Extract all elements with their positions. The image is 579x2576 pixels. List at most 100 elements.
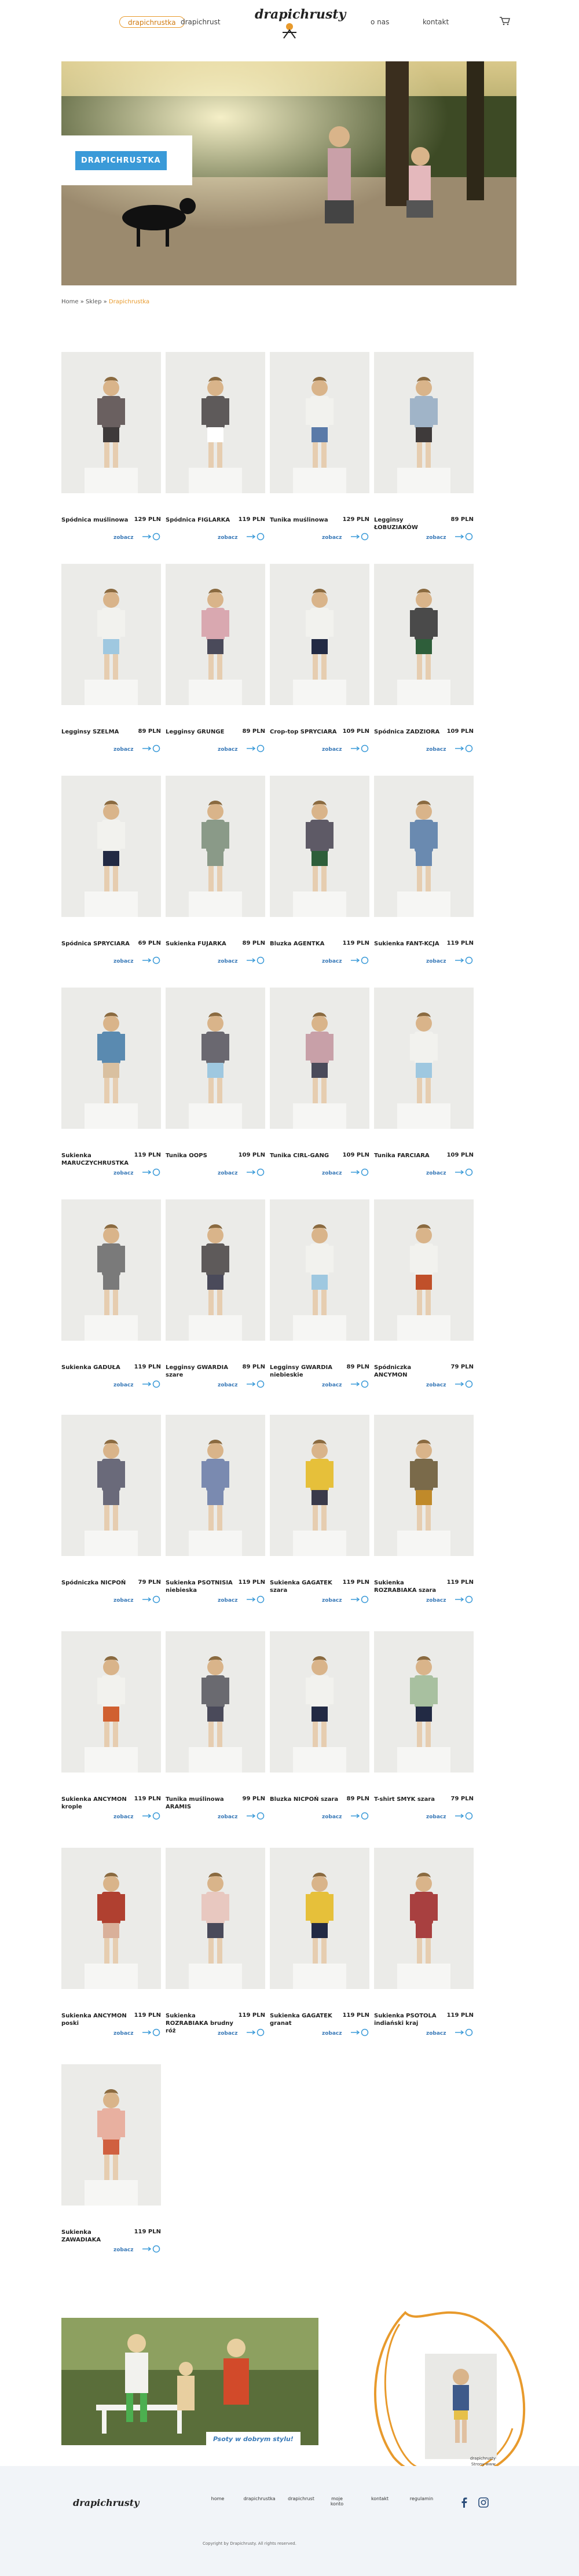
product-name[interactable]: Legginsy GRUNGE [166,728,235,736]
product-card[interactable]: Sukienka ANCYMON krople 119 PLN zobacz [61,1631,161,1820]
product-name[interactable]: Crop-top SPRYCIARA [270,728,339,736]
arrow-right-icon[interactable] [141,1812,161,1820]
product-card[interactable]: Legginsy ŁOBUZIAKÓW 89 PLN zobacz [374,352,474,541]
product-name[interactable]: Spódniczka NICPOŃ [61,1579,131,1587]
product-name[interactable]: Sukienka ANCYMON poski [61,2012,131,2027]
arrow-right-icon[interactable] [350,1168,369,1176]
product-name[interactable]: Sukienka FUJARKA [166,940,235,948]
arrow-right-icon[interactable] [245,744,265,753]
footer-link-drapichrustka[interactable]: drapichrustka [242,2496,277,2501]
product-name[interactable]: Sukienka FANT-KCJA [374,940,444,948]
product-name[interactable]: T-shirt SMYK szara [374,1796,444,1803]
product-card[interactable]: Sukienka ROZRABIAKA brudny róż 119 PLN z… [166,1848,265,2036]
product-name[interactable]: Sukienka ZAWADIAKA [61,2229,131,2244]
arrow-right-icon[interactable] [350,2028,369,2036]
product-photo[interactable] [270,1848,369,1989]
arrow-right-icon[interactable] [141,1168,161,1176]
arrow-right-icon[interactable] [454,533,474,541]
product-photo[interactable] [374,1631,474,1773]
product-more-link[interactable]: zobacz [322,747,342,753]
arrow-right-icon[interactable] [350,956,369,964]
arrow-right-icon[interactable] [245,1380,265,1388]
arrow-right-icon[interactable] [245,1168,265,1176]
product-more-link[interactable]: zobacz [113,959,134,964]
arrow-right-icon[interactable] [454,744,474,753]
product-more-link[interactable]: zobacz [426,747,446,753]
product-card[interactable]: Sukienka FANT-KCJA 119 PLN zobacz [374,776,474,964]
product-photo[interactable] [61,1631,161,1773]
product-name[interactable]: Legginsy GWARDIA szare [166,1364,235,1379]
product-name[interactable]: Spódnica muślinowa [61,516,131,524]
arrow-right-icon[interactable] [350,1595,369,1603]
product-name[interactable]: Spódnica FIGLARKA [166,516,235,524]
product-more-link[interactable]: zobacz [322,535,342,541]
arrow-right-icon[interactable] [454,1380,474,1388]
product-photo[interactable] [374,988,474,1129]
product-name[interactable]: Bluzka NICPOŃ szara [270,1796,339,1803]
product-card[interactable]: Spódnica muślinowa 129 PLN zobacz [61,352,161,541]
product-more-link[interactable]: zobacz [113,1170,134,1176]
arrow-right-icon[interactable] [350,1812,369,1820]
product-name[interactable]: Legginsy ŁOBUZIAKÓW [374,516,444,531]
product-photo[interactable] [166,352,265,493]
product-more-link[interactable]: zobacz [113,1814,134,1820]
arrow-right-icon[interactable] [454,956,474,964]
product-card[interactable]: Sukienka PSOTNISIA niebieska 119 PLN zob… [166,1415,265,1603]
product-photo[interactable] [61,352,161,493]
product-name[interactable]: Legginsy GWARDIA niebieskie [270,1364,339,1379]
product-name[interactable]: Spódnica SPRYCIARA [61,940,131,948]
product-photo[interactable] [166,1848,265,1989]
product-card[interactable]: Bluzka NICPOŃ szara 89 PLN zobacz [270,1631,369,1820]
product-photo[interactable] [374,1199,474,1341]
product-card[interactable]: Sukienka PSOTOLA indiański kraj 119 PLN … [374,1848,474,2036]
product-more-link[interactable]: zobacz [218,1170,238,1176]
product-more-link[interactable]: zobacz [322,1598,342,1603]
footer-link-drapichrust[interactable]: drapichrust [284,2496,318,2501]
product-photo[interactable] [166,776,265,917]
product-photo[interactable] [61,1199,161,1341]
nav-drapichrust[interactable]: drapichrust [181,16,221,28]
product-photo[interactable] [61,776,161,917]
product-photo[interactable] [166,564,265,705]
arrow-right-icon[interactable] [141,956,161,964]
product-photo[interactable] [270,352,369,493]
product-photo[interactable] [166,1199,265,1341]
product-more-link[interactable]: zobacz [113,1598,134,1603]
product-photo[interactable] [374,564,474,705]
arrow-right-icon[interactable] [350,533,369,541]
nav-drapichrustka[interactable]: drapichrustka [119,16,185,28]
footer-link-account[interactable]: moje konto [325,2496,349,2507]
arrow-right-icon[interactable] [454,2028,474,2036]
arrow-right-icon[interactable] [245,1595,265,1603]
product-card[interactable]: Sukienka ROZRABIAKA szara 119 PLN zobacz [374,1415,474,1603]
product-card[interactable]: Sukienka GAGATEK szara 119 PLN zobacz [270,1415,369,1603]
product-card[interactable]: T-shirt SMYK szara 79 PLN zobacz [374,1631,474,1820]
product-card[interactable]: Crop-top SPRYCIARA 109 PLN zobacz [270,564,369,753]
footer-logo[interactable]: drapichrusty [73,2497,139,2508]
product-card[interactable]: Sukienka FUJARKA 89 PLN zobacz [166,776,265,964]
product-more-link[interactable]: zobacz [426,1382,446,1388]
product-more-link[interactable]: zobacz [218,1382,238,1388]
product-card[interactable]: Spódnica ZADZIORA 109 PLN zobacz [374,564,474,753]
product-photo[interactable] [270,1415,369,1556]
nav-o-nas[interactable]: o nas [371,16,389,28]
breadcrumb-home[interactable]: Home [61,299,79,305]
product-photo[interactable] [61,1848,161,1989]
footer-link-terms[interactable]: regulamin [404,2496,439,2501]
product-more-link[interactable]: zobacz [322,1170,342,1176]
arrow-right-icon[interactable] [245,1812,265,1820]
footer-contact-line-2[interactable]: Strony www [470,2461,496,2467]
product-more-link[interactable]: zobacz [218,959,238,964]
arrow-right-icon[interactable] [350,1380,369,1388]
footer-link-contact[interactable]: kontakt [362,2496,397,2501]
product-photo[interactable] [270,1199,369,1341]
product-more-link[interactable]: zobacz [113,747,134,753]
product-name[interactable]: Sukienka GADUŁA [61,1364,131,1371]
product-photo[interactable] [270,776,369,917]
arrow-right-icon[interactable] [454,1595,474,1603]
site-logo[interactable]: drapichrusty [255,7,346,47]
arrow-right-icon[interactable] [454,1168,474,1176]
footer-link-home[interactable]: home [200,2496,235,2501]
product-more-link[interactable]: zobacz [113,535,134,541]
product-card[interactable]: Sukienka GADUŁA 119 PLN zobacz [61,1199,161,1388]
